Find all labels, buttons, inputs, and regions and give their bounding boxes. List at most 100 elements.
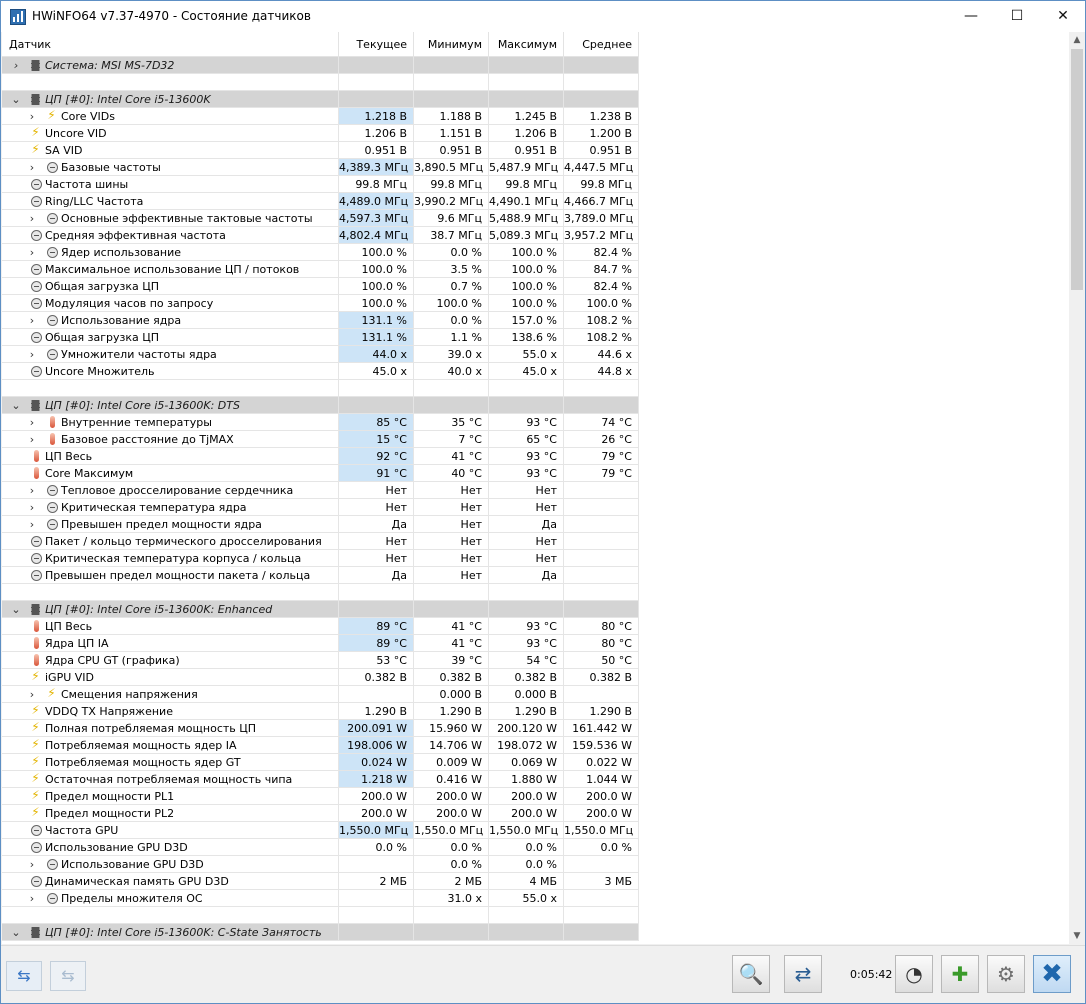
sensor-row[interactable]: Общая загрузка ЦП 100.0 % 0.7 % 100.0 % 82.4… bbox=[2, 278, 639, 295]
sensor-row[interactable]: ⚡ Полная потребляемая мощность ЦП 200.091 … bbox=[2, 720, 639, 737]
sensor-row[interactable]: › Использование GPU D3D 0.0 % 0.0 % bbox=[2, 856, 639, 873]
min-value: 41 °C bbox=[414, 618, 489, 635]
sensor-row[interactable]: Использование GPU D3D 0.0 % 0.0 % 0.0 % 0.0 … bbox=[2, 839, 639, 856]
empty-cell bbox=[414, 380, 489, 397]
current-value: 2 МБ bbox=[339, 873, 414, 890]
sensor-row[interactable]: Uncore Множитель 45.0 x 40.0 x 45.0 x 44.8 x bbox=[2, 363, 639, 380]
maximize-button[interactable]: ☐ bbox=[994, 1, 1040, 32]
sensor-row[interactable]: Core Максимум 91 °C 40 °C 93 °C 79 °C bbox=[2, 465, 639, 482]
minimize-button[interactable]: — bbox=[948, 1, 994, 32]
sensor-row[interactable]: Превышен предел мощности пакета / кольца… bbox=[2, 567, 639, 584]
sensor-group-row[interactable]: › Система: MSI MS-7D32 bbox=[2, 57, 639, 74]
chevron-right-icon[interactable]: › bbox=[27, 108, 37, 124]
sensor-row[interactable]: Общая загрузка ЦП 131.1 % 1.1 % 138.6 % 108.… bbox=[2, 329, 639, 346]
sensor-row[interactable]: › Использование ядра 131.1 % 0.0 % 157.0 % 10… bbox=[2, 312, 639, 329]
sensor-row[interactable]: Ядра ЦП IA 89 °C 41 °C 93 °C 80 °C bbox=[2, 635, 639, 652]
hwinfo-window: HWiNFO64 v7.37-4970 - Состояние датчиков… bbox=[0, 0, 1086, 1004]
chevron-right-icon[interactable]: › bbox=[27, 159, 37, 175]
chevron-right-icon[interactable]: › bbox=[27, 856, 37, 872]
column-sensor[interactable]: Датчик bbox=[2, 32, 339, 57]
scroll-up-arrow[interactable]: ▲ bbox=[1069, 32, 1085, 48]
sensor-row[interactable]: Динамическая память GPU D3D 2 МБ 2 МБ 4 МБ 3… bbox=[2, 873, 639, 890]
network-icon[interactable]: ⇄ bbox=[784, 955, 822, 993]
sensor-row[interactable]: ⚡ iGPU VID 0.382 В 0.382 В 0.382 В 0.382 В bbox=[2, 669, 639, 686]
chevron-right-icon[interactable]: › bbox=[27, 890, 37, 906]
chevron-right-icon[interactable]: › bbox=[27, 686, 37, 702]
column-max[interactable]: Максимум bbox=[489, 32, 564, 57]
close-icon[interactable]: ✖ bbox=[1033, 955, 1071, 993]
clock-icon[interactable]: ◔ bbox=[895, 955, 933, 993]
sensor-row[interactable]: › Основные эффективные тактовые частоты 4,… bbox=[2, 210, 639, 227]
sensor-row[interactable]: › Пределы множителя OC 31.0 x 55.0 x bbox=[2, 890, 639, 907]
chevron-right-icon[interactable]: › bbox=[27, 482, 37, 498]
chevron-right-icon[interactable]: › bbox=[27, 312, 37, 328]
chevron-down-icon[interactable]: ⌄ bbox=[11, 924, 21, 940]
sensor-name-cell: Динамическая память GPU D3D bbox=[2, 873, 339, 890]
chevron-right-icon[interactable]: › bbox=[27, 346, 37, 362]
report-icon[interactable]: 🔍 bbox=[732, 955, 770, 993]
sensor-row[interactable]: ⚡ Потребляемая мощность ядер IA 198.006 W1… bbox=[2, 737, 639, 754]
current-value: 100.0 % bbox=[339, 295, 414, 312]
arrow-left-right-disabled-icon[interactable]: ⇆ bbox=[50, 961, 86, 991]
sensor-row[interactable]: › Критическая температура ядра Нет Нет Нет bbox=[2, 499, 639, 516]
sensor-row[interactable]: › ⚡ Core VIDs 1.218 В 1.188 В 1.245 В 1.238 В bbox=[2, 108, 639, 125]
average-value: 82.4 % bbox=[564, 244, 639, 261]
chevron-right-icon[interactable]: › bbox=[27, 499, 37, 515]
settings-icon[interactable]: ⚙ bbox=[987, 955, 1025, 993]
sensor-row[interactable]: › Умножители частоты ядра 44.0 x 39.0 x 55.0… bbox=[2, 346, 639, 363]
sensor-row[interactable]: › Тепловое дросселирование сердечника Нет Н… bbox=[2, 482, 639, 499]
sensor-row[interactable]: Средняя эффективная частота 4,802.4 МГц 38… bbox=[2, 227, 639, 244]
max-value: 4,490.1 МГц bbox=[489, 193, 564, 210]
sensor-row[interactable]: ⚡ Предел мощности PL2 200.0 W 200.0 W 200.0 … bbox=[2, 805, 639, 822]
max-value: 93 °C bbox=[489, 635, 564, 652]
vertical-scrollbar[interactable]: ▲ ▼ bbox=[1069, 32, 1085, 944]
chevron-right-icon[interactable]: › bbox=[11, 57, 21, 73]
sensor-row[interactable]: › Внутренние температуры 85 °C 35 °C 93 °C 74… bbox=[2, 414, 639, 431]
add-log-icon[interactable]: ✚ bbox=[941, 955, 979, 993]
chevron-down-icon[interactable]: ⌄ bbox=[11, 91, 21, 107]
chevron-down-icon[interactable]: ⌄ bbox=[11, 397, 21, 413]
sensor-row[interactable]: Частота шины 99.8 МГц 99.8 МГц 99.8 МГц 99.8… bbox=[2, 176, 639, 193]
sensor-row[interactable]: › Ядер использование 100.0 % 0.0 % 100.0 % 82… bbox=[2, 244, 639, 261]
chevron-right-icon[interactable]: › bbox=[27, 244, 37, 260]
sensor-row[interactable]: ЦП Весь 89 °C 41 °C 93 °C 80 °C bbox=[2, 618, 639, 635]
sensor-row[interactable]: Ядра CPU GT (графика) 53 °C 39 °C 54 °C 50 °… bbox=[2, 652, 639, 669]
chevron-right-icon[interactable]: › bbox=[27, 210, 37, 226]
average-value bbox=[564, 57, 639, 74]
sensor-group-row[interactable]: ⌄ ЦП [#0]: Intel Core i5-13600K: DTS bbox=[2, 397, 639, 414]
sensor-row[interactable]: Частота GPU 1,550.0 МГц 1,550.0 МГц 1,550.0… bbox=[2, 822, 639, 839]
arrow-left-right-icon[interactable]: ⇆ bbox=[6, 961, 42, 991]
sensor-row[interactable]: ⚡ Потребляемая мощность ядер GT 0.024 W 0.0… bbox=[2, 754, 639, 771]
chevron-down-icon[interactable]: ⌄ bbox=[11, 601, 21, 617]
sensor-group-row[interactable]: ⌄ ЦП [#0]: Intel Core i5-13600K: Enhanced bbox=[2, 601, 639, 618]
sensor-row[interactable]: › Базовое расстояние до TjMAX 15 °C 7 °C 65 … bbox=[2, 431, 639, 448]
sensor-group-row[interactable]: ⌄ ЦП [#0]: Intel Core i5-13600K: C-State … bbox=[2, 924, 639, 941]
sensor-row[interactable]: ⚡ VDDQ TX Напряжение 1.290 В 1.290 В 1.290 В… bbox=[2, 703, 639, 720]
sensor-row[interactable]: ⚡ SA VID 0.951 В 0.951 В 0.951 В 0.951 В bbox=[2, 142, 639, 159]
min-value: Нет bbox=[414, 482, 489, 499]
sensor-row[interactable]: › Превышен предел мощности ядра Да Нет Да bbox=[2, 516, 639, 533]
sensor-row[interactable]: Максимальное использование ЦП / потоков 1… bbox=[2, 261, 639, 278]
min-value bbox=[414, 924, 489, 941]
scroll-thumb[interactable] bbox=[1071, 49, 1083, 290]
sensor-row[interactable]: Критическая температура корпуса / кольца… bbox=[2, 550, 639, 567]
sensor-row[interactable]: › ⚡ Смещения напряжения 0.000 В 0.000 В bbox=[2, 686, 639, 703]
column-current[interactable]: Текущее bbox=[339, 32, 414, 57]
scroll-down-arrow[interactable]: ▼ bbox=[1069, 928, 1085, 944]
sensor-row[interactable]: ⚡ Остаточная потребляемая мощность чипа 1.… bbox=[2, 771, 639, 788]
sensor-row[interactable]: ⚡ Предел мощности PL1 200.0 W 200.0 W 200.0 … bbox=[2, 788, 639, 805]
min-value: 1.188 В bbox=[414, 108, 489, 125]
chevron-right-icon[interactable]: › bbox=[27, 431, 37, 447]
column-min[interactable]: Минимум bbox=[414, 32, 489, 57]
chevron-right-icon[interactable]: › bbox=[27, 516, 37, 532]
sensor-row[interactable]: › Базовые частоты 4,389.3 МГц 3,890.5 МГц 5,… bbox=[2, 159, 639, 176]
column-average[interactable]: Среднее bbox=[564, 32, 639, 57]
close-window-button[interactable]: ✕ bbox=[1040, 1, 1086, 32]
sensor-row[interactable]: Ring/LLC Частота 4,489.0 МГц 3,990.2 МГц 4,… bbox=[2, 193, 639, 210]
sensor-row[interactable]: ⚡ Uncore VID 1.206 В 1.151 В 1.206 В 1.200 В bbox=[2, 125, 639, 142]
sensor-row[interactable]: Пакет / кольцо термического дросселирова… bbox=[2, 533, 639, 550]
sensor-row[interactable]: Модуляция часов по запросу 100.0 % 100.0 %… bbox=[2, 295, 639, 312]
sensor-group-row[interactable]: ⌄ ЦП [#0]: Intel Core i5-13600K bbox=[2, 91, 639, 108]
chevron-right-icon[interactable]: › bbox=[27, 414, 37, 430]
sensor-row[interactable]: ЦП Весь 92 °C 41 °C 93 °C 79 °C bbox=[2, 448, 639, 465]
